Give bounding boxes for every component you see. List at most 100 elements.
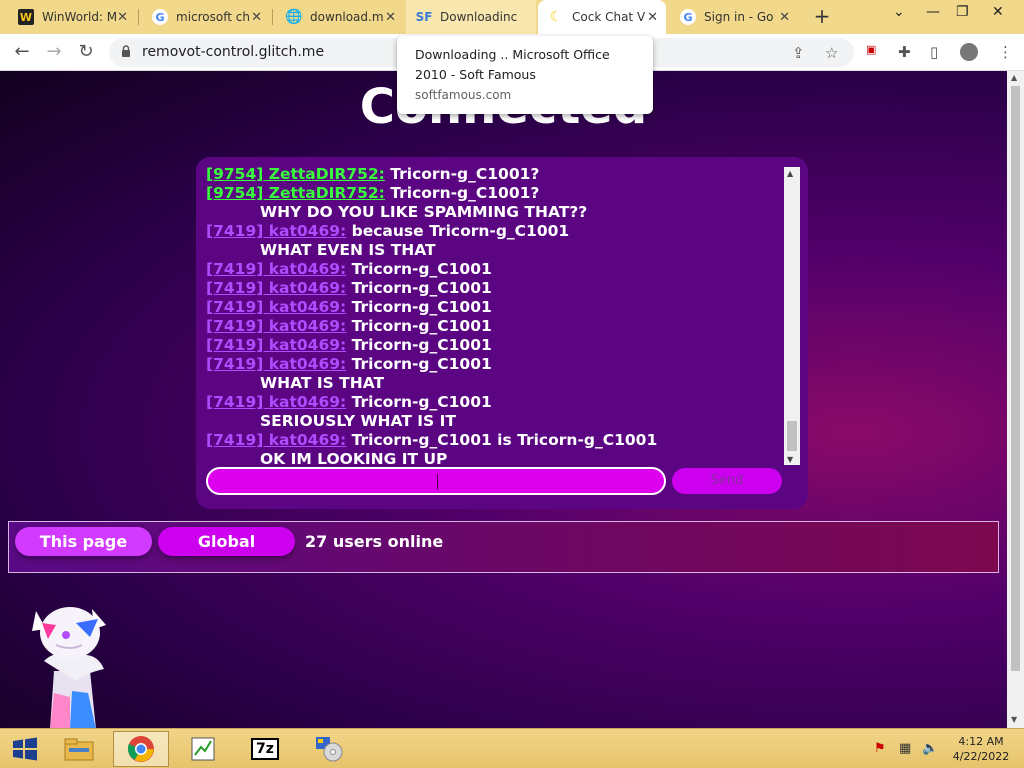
scroll-thumb[interactable] bbox=[787, 421, 797, 451]
message-text: Tricorn-g_C1001 bbox=[351, 298, 492, 316]
chat-message: [7419] kat0469: Tricorn-g_C1001 is Trico… bbox=[206, 431, 784, 450]
close-icon[interactable]: ✕ bbox=[251, 10, 262, 25]
send-button[interactable]: Send bbox=[672, 468, 782, 494]
message-username-link[interactable]: [7419] kat0469: bbox=[206, 260, 346, 278]
message-text: SERIOUSLY WHAT IS IT bbox=[260, 412, 456, 430]
message-username-link[interactable]: [7419] kat0469: bbox=[206, 222, 346, 240]
minimize-icon[interactable]: — bbox=[926, 4, 940, 20]
lock-icon bbox=[122, 45, 130, 57]
message-text: Tricorn-g_C1001? bbox=[390, 165, 540, 183]
notepad-icon[interactable] bbox=[175, 731, 231, 767]
users-online-count: 27 users online bbox=[305, 532, 444, 551]
tab-title: Downloadinc bbox=[440, 10, 518, 24]
close-icon[interactable]: ✕ bbox=[647, 10, 658, 25]
message-username-link[interactable]: [7419] kat0469: bbox=[206, 317, 346, 335]
tab-title: Cock Chat V bbox=[572, 10, 646, 24]
restore-icon[interactable]: ❐ bbox=[956, 4, 969, 20]
message-username-link[interactable]: [9754] ZettaDIR752: bbox=[206, 165, 385, 183]
new-tab-button[interactable]: + bbox=[810, 5, 834, 29]
message-input[interactable] bbox=[206, 467, 666, 495]
page-scrollbar[interactable]: ▲ ▼ bbox=[1007, 71, 1024, 728]
chat-message: [7419] kat0469: Tricorn-g_C1001 bbox=[206, 298, 784, 317]
message-text: OK IM LOOKING IT UP bbox=[260, 450, 448, 465]
windows-taskbar: 7z ⚑ ▦ 🔈 4:12 AM 4/22/2022 bbox=[0, 728, 1024, 768]
chat-message: WHAT IS THAT bbox=[206, 374, 784, 393]
message-username-link[interactable]: [7419] kat0469: bbox=[206, 431, 346, 449]
back-icon[interactable]: ← bbox=[10, 41, 34, 65]
clock-date: 4/22/2022 bbox=[952, 750, 1010, 763]
mascot-image bbox=[32, 607, 106, 728]
disc-burner-icon[interactable] bbox=[301, 731, 357, 767]
tab-title: microsoft ch bbox=[176, 10, 250, 24]
chat-message: WHAT EVEN IS THAT bbox=[206, 241, 784, 260]
message-username-link[interactable]: [7419] kat0469: bbox=[206, 279, 346, 297]
tab-title: download.m bbox=[310, 10, 384, 24]
message-text: WHAT EVEN IS THAT bbox=[260, 241, 436, 259]
chat-message: [7419] kat0469: Tricorn-g_C1001 bbox=[206, 279, 784, 298]
message-username-link[interactable]: [9754] ZettaDIR752: bbox=[206, 184, 385, 202]
bookmark-star-icon[interactable]: ☆ bbox=[825, 44, 838, 62]
message-text: WHY DO YOU LIKE SPAMMING THAT?? bbox=[260, 203, 588, 221]
windows-start-icon[interactable] bbox=[2, 731, 48, 767]
tab-google-search[interactable]: G microsoft ch ✕ bbox=[142, 0, 270, 34]
message-username-link[interactable]: [7419] kat0469: bbox=[206, 298, 346, 316]
tab-strip: W WinWorld: M ✕ G microsoft ch ✕ 🌐 downl… bbox=[0, 0, 1024, 34]
close-window-icon[interactable]: ✕ bbox=[992, 4, 1004, 20]
tab-title: WinWorld: M bbox=[42, 10, 118, 24]
tab-download[interactable]: 🌐 download.m ✕ bbox=[276, 0, 404, 34]
tab-hover-card: Downloading .. Microsoft Office 2010 - S… bbox=[397, 36, 653, 114]
message-list: [9754] ZettaDIR752: Tricorn-g_C1001? [975… bbox=[206, 165, 784, 465]
message-text: Tricorn-g_C1001? bbox=[390, 184, 540, 202]
system-clock[interactable]: 4:12 AM 4/22/2022 bbox=[948, 734, 1014, 764]
file-explorer-icon[interactable] bbox=[51, 731, 107, 767]
url-text: removot-control.glitch.me bbox=[142, 44, 325, 60]
tab-softfamous[interactable]: SF Downloadinc bbox=[406, 0, 536, 34]
this-page-button[interactable]: This page bbox=[15, 527, 152, 556]
message-text: Tricorn-g_C1001 bbox=[351, 260, 492, 278]
side-panel-icon[interactable]: ▯ bbox=[930, 43, 938, 61]
chat-message: [9754] ZettaDIR752: Tricorn-g_C1001? bbox=[206, 165, 784, 184]
message-username-link[interactable]: [7419] kat0469: bbox=[206, 336, 346, 354]
extension-seen-icon[interactable]: ▣ bbox=[866, 43, 876, 56]
close-icon[interactable]: ✕ bbox=[117, 10, 128, 25]
close-icon[interactable]: ✕ bbox=[385, 10, 396, 25]
profile-avatar-icon[interactable] bbox=[960, 43, 978, 61]
reload-icon[interactable]: ↻ bbox=[74, 41, 98, 65]
action-center-icon[interactable]: ⚑ bbox=[874, 741, 886, 756]
chat-message: [7419] kat0469: Tricorn-g_C1001 bbox=[206, 355, 784, 374]
scroll-up-icon[interactable]: ▲ bbox=[1011, 73, 1017, 82]
close-icon[interactable]: ✕ bbox=[779, 10, 790, 25]
global-button[interactable]: Global bbox=[158, 527, 295, 556]
network-icon[interactable]: ▦ bbox=[899, 741, 911, 756]
chat-scrollbar[interactable]: ▲ ▼ bbox=[784, 167, 800, 465]
tab-search-icon[interactable]: ⌄ bbox=[893, 4, 905, 20]
scroll-up-icon[interactable]: ▲ bbox=[787, 169, 793, 178]
chrome-icon[interactable] bbox=[113, 731, 169, 767]
globe-icon: 🌐 bbox=[285, 9, 303, 25]
message-username-link[interactable]: [7419] kat0469: bbox=[206, 393, 346, 411]
scroll-down-icon[interactable]: ▼ bbox=[1011, 715, 1017, 724]
chat-message: OK IM LOOKING IT UP bbox=[206, 450, 784, 465]
message-text: Tricorn-g_C1001 bbox=[351, 336, 492, 354]
tab-cock-chat[interactable]: ☾ Cock Chat V ✕ bbox=[538, 0, 666, 34]
share-icon[interactable]: ⇪ bbox=[792, 44, 805, 62]
chat-message: [7419] kat0469: Tricorn-g_C1001 bbox=[206, 260, 784, 279]
chat-page: Connected [9754] ZettaDIR752: Tricorn-g_… bbox=[0, 71, 1007, 728]
tab-winworld[interactable]: W WinWorld: M ✕ bbox=[8, 0, 136, 34]
forward-icon[interactable]: → bbox=[42, 41, 66, 65]
scroll-down-icon[interactable]: ▼ bbox=[787, 455, 793, 464]
message-username-link[interactable]: [7419] kat0469: bbox=[206, 355, 346, 373]
scroll-thumb[interactable] bbox=[1011, 86, 1020, 671]
menu-kebab-icon[interactable]: ⋮ bbox=[998, 43, 1013, 61]
message-text: Tricorn-g_C1001 bbox=[351, 317, 492, 335]
hover-card-domain: softfamous.com bbox=[415, 88, 512, 102]
message-text: because Tricorn-g_C1001 bbox=[351, 222, 570, 240]
moon-icon: ☾ bbox=[549, 9, 563, 25]
7zip-icon[interactable]: 7z bbox=[237, 731, 293, 767]
extensions-puzzle-icon[interactable]: ✚ bbox=[898, 43, 911, 61]
google-icon: G bbox=[680, 9, 696, 25]
chat-message: [7419] kat0469: Tricorn-g_C1001 bbox=[206, 336, 784, 355]
tab-sign-in[interactable]: G Sign in - Go ✕ bbox=[670, 0, 798, 34]
volume-muted-icon[interactable]: 🔈 bbox=[922, 741, 938, 756]
chat-message: [7419] kat0469: Tricorn-g_C1001 bbox=[206, 393, 784, 412]
